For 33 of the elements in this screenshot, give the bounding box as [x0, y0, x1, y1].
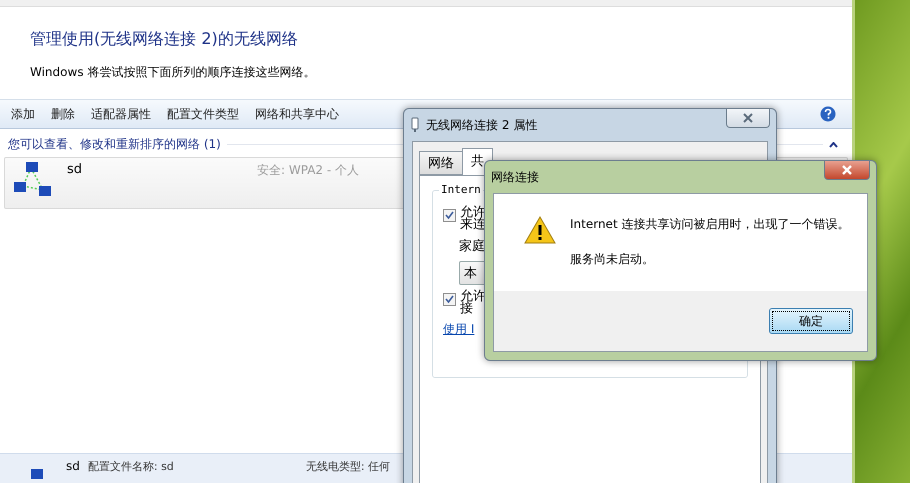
field-label: 家庭: [458, 238, 486, 255]
toolbar-button[interactable]: 适配器属性: [86, 102, 156, 126]
network-security: 安全: WPA2 - 个人: [257, 162, 359, 179]
profile-name: 配置文件名称: sd: [88, 459, 175, 474]
group-label: Intern: [439, 183, 483, 196]
ok-button[interactable]: 确定: [769, 308, 853, 334]
toolbar-button[interactable]: 网络和共享中心: [250, 102, 344, 126]
tab[interactable]: 网络: [419, 151, 463, 175]
caret-icon[interactable]: [829, 142, 838, 148]
close-icon: [841, 165, 853, 175]
checkbox[interactable]: [443, 209, 456, 222]
error-detail: 服务尚未启动。: [570, 251, 655, 268]
checkbox-label: 允许 接: [460, 291, 486, 315]
close-button[interactable]: [824, 161, 870, 180]
warning-icon: [524, 216, 556, 244]
dialog-title: 无线网络连接 2 属性: [426, 116, 538, 134]
group-header: 您可以查看、修改和重新排序的网络 (1): [8, 136, 221, 153]
adapter-icon: [410, 117, 420, 133]
toolbar-button[interactable]: 删除: [46, 102, 80, 126]
details-name: sd: [66, 459, 80, 473]
error-message: Internet 连接共享访问被启用时，出现了一个错误。: [570, 216, 850, 233]
close-icon: [742, 113, 754, 123]
radio-type: 无线电类型: 任何: [306, 459, 390, 474]
dialog-title: 网络连接: [491, 168, 539, 186]
network-name: sd: [67, 162, 84, 177]
network-icon: [30, 467, 44, 479]
close-button[interactable]: [726, 109, 770, 128]
page-title: 管理使用(无线网络连接 2)的无线网络: [30, 29, 299, 50]
toolbar-button[interactable]: 配置文件类型: [162, 102, 244, 126]
page-description: Windows 将尝试按照下面所列的顺序连接这些网络。: [30, 64, 316, 81]
toolbar-button[interactable]: 添加: [6, 102, 40, 126]
checkbox[interactable]: [443, 293, 456, 306]
help-icon[interactable]: [820, 106, 836, 122]
